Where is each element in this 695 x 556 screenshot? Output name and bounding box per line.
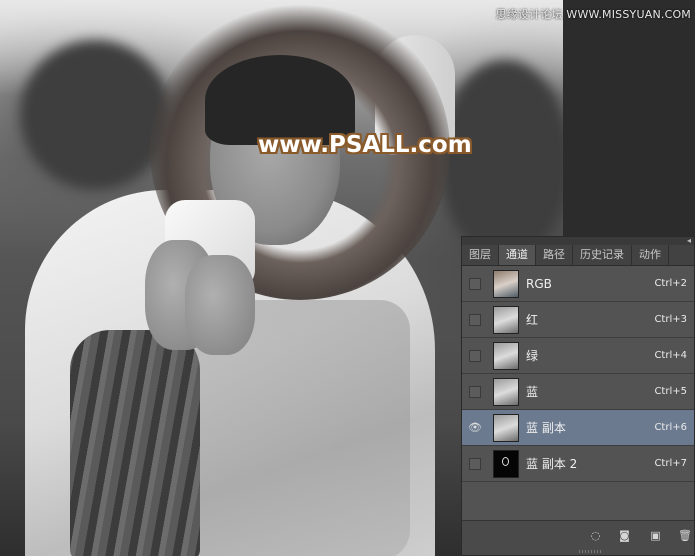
channel-thumbnail [493, 413, 519, 442]
channel-thumbnail [493, 341, 519, 370]
channel-thumbnail [493, 269, 519, 298]
tab-4[interactable]: 动作 [632, 245, 669, 265]
tab-0[interactable]: 图层 [462, 245, 499, 265]
tab-1[interactable]: 通道 [499, 245, 536, 265]
channel-thumbnail [493, 377, 519, 406]
background-tree [440, 60, 563, 260]
visibility-toggle[interactable] [469, 277, 481, 290]
channel-thumbnail [493, 449, 519, 478]
channel-row[interactable]: 蓝 副本 2 Ctrl+7 [462, 446, 694, 482]
channel-row[interactable]: 绿 Ctrl+4 [462, 338, 694, 374]
channel-row[interactable]: RGB Ctrl+2 [462, 266, 694, 302]
resize-grip[interactable] [579, 550, 601, 553]
workspace-background [563, 0, 695, 236]
channel-shortcut: Ctrl+2 [654, 278, 687, 289]
eye-icon[interactable]: 👁 [468, 421, 482, 434]
channel-name: 蓝 副本 2 [526, 457, 578, 471]
channel-row[interactable]: 蓝 Ctrl+5 [462, 374, 694, 410]
new-channel-icon[interactable]: ▣ [649, 530, 662, 542]
channel-shortcut: Ctrl+3 [654, 314, 687, 325]
visibility-toggle[interactable] [469, 349, 481, 362]
channel-name: RGB [526, 276, 552, 291]
channel-shortcut: Ctrl+6 [654, 422, 687, 433]
channel-name: 蓝 [526, 385, 539, 399]
collapse-icon[interactable]: ◂ [687, 237, 691, 245]
channel-name: 绿 [526, 349, 539, 363]
channel-name: 蓝 副本 [526, 421, 566, 435]
save-selection-icon[interactable]: ◙ [618, 530, 631, 542]
panel-tabs: 图层 通道 路径 历史记录 动作 [462, 245, 694, 266]
subject-scarf [70, 330, 200, 556]
channel-row[interactable]: 红 Ctrl+3 [462, 302, 694, 338]
channel-thumbnail [493, 305, 519, 334]
channel-name: 红 [526, 313, 539, 327]
psall-watermark: www.PSALL.com [258, 132, 472, 158]
channel-shortcut: Ctrl+7 [654, 458, 687, 469]
tab-2[interactable]: 路径 [536, 245, 573, 265]
channels-panel: ◂ 图层 通道 路径 历史记录 动作 RGB Ctrl+2 红 Ctrl+3 绿 Ctrl+4 蓝 C… [461, 236, 695, 556]
missyuan-watermark: 思缘设计论坛 WWW.MISSYUAN.COM [495, 8, 691, 21]
load-selection-icon[interactable]: ◌ [589, 530, 602, 542]
channel-list: RGB Ctrl+2 红 Ctrl+3 绿 Ctrl+4 蓝 Ctrl+5 👁 蓝 副本 Ctrl+… [462, 266, 694, 482]
panel-title-bar[interactable]: ◂ [462, 237, 694, 245]
background-tree [20, 40, 170, 190]
visibility-toggle[interactable] [469, 313, 481, 326]
subject-hand-right [185, 255, 255, 355]
panel-footer: ◌ ◙ ▣ 🗑 [462, 520, 694, 555]
tab-3[interactable]: 历史记录 [573, 245, 632, 265]
channel-row[interactable]: 👁 蓝 副本 Ctrl+6 [462, 410, 694, 446]
visibility-toggle[interactable] [469, 385, 481, 398]
channel-shortcut: Ctrl+4 [654, 350, 687, 361]
channel-shortcut: Ctrl+5 [654, 386, 687, 397]
visibility-toggle[interactable] [469, 457, 481, 470]
delete-channel-icon[interactable]: 🗑 [678, 530, 692, 542]
